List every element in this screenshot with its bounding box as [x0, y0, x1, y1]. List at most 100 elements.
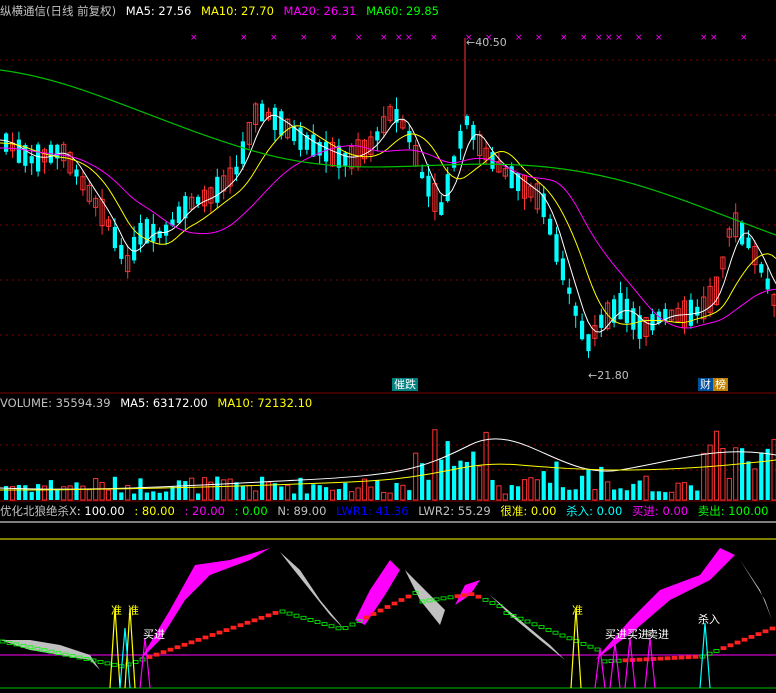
indicator-band-magenta	[455, 580, 480, 605]
volume-bar-down	[164, 491, 169, 500]
indicator-dot	[363, 615, 370, 620]
candle-down	[375, 131, 380, 141]
volume-bar-down	[599, 466, 604, 500]
volume-bar-down	[132, 493, 137, 500]
indicator-dot	[328, 624, 335, 629]
indicator-dot	[307, 618, 314, 622]
event-tag-bang[interactable]: 榜	[713, 378, 728, 391]
indicator-dot	[237, 623, 244, 628]
indicator-dot	[769, 626, 776, 631]
volume-bar-up	[592, 489, 598, 501]
indicator-dot	[111, 662, 118, 667]
indicator-dot	[384, 605, 391, 609]
volume-bar-down	[272, 483, 277, 500]
signal-cross: ×	[560, 33, 568, 43]
volume-bar-up	[477, 465, 483, 501]
chart-canvas[interactable]: × × × × × × × × × × × × × × × × × × × × × × × ×	[0, 0, 776, 693]
volume-bar-up	[720, 447, 726, 501]
signal-cross: ×	[635, 33, 643, 43]
indicator-dot	[664, 656, 671, 661]
low-price-label: 21.80	[597, 369, 629, 382]
indicator-dot	[244, 620, 251, 625]
indicator-dot	[335, 626, 342, 631]
indicator-dot	[230, 625, 237, 630]
low-price-annotation: ←21.80	[588, 369, 629, 382]
volume-bar-down	[580, 475, 585, 500]
volume-bar-down	[509, 485, 514, 500]
volume-bar-up	[675, 482, 681, 501]
indicator-dot	[447, 595, 454, 600]
volume-bar-down	[439, 459, 444, 500]
volume-bar-down	[304, 493, 309, 500]
indicator-dot	[461, 593, 468, 598]
volume-bar-down	[215, 476, 220, 500]
signal-cross: ×	[240, 33, 248, 43]
high-price-annotation: ←40.50	[466, 36, 507, 49]
volume-bar-down	[695, 490, 700, 500]
candle-down	[119, 244, 124, 259]
indicator-dot	[545, 628, 552, 632]
volume-bar-down	[36, 484, 41, 500]
candle-down	[176, 206, 181, 224]
indicator-dot	[727, 643, 734, 648]
volume-bar-up	[253, 490, 259, 501]
candle-down	[234, 166, 239, 175]
indicator-dot	[489, 601, 496, 605]
volume-bar-down	[55, 489, 60, 500]
event-tag-cuidie[interactable]: 催跌	[392, 378, 418, 391]
candle-down	[445, 174, 450, 202]
indicator-dot	[580, 642, 587, 646]
candle-down	[420, 171, 425, 179]
candle-down	[426, 175, 431, 197]
volume-bar-down	[407, 490, 412, 500]
indicator-dot	[272, 611, 279, 615]
candle-down	[618, 293, 623, 320]
volume-bar-down	[573, 489, 578, 500]
candle-down	[580, 320, 585, 340]
candle-down	[132, 236, 137, 261]
candle-down	[279, 111, 284, 136]
candle-down	[548, 218, 553, 235]
indicator-band-gray	[490, 595, 575, 670]
event-tag-cai[interactable]: 财	[698, 378, 713, 391]
volume-bar-up	[86, 489, 92, 501]
indicator-band-magenta	[140, 548, 270, 660]
signal-cross: ×	[605, 33, 613, 43]
indicator-dot	[692, 654, 699, 659]
volume-bar-up	[605, 481, 611, 501]
indicator-dot	[265, 613, 272, 618]
candle-down	[240, 141, 245, 164]
volume-bar-up	[285, 484, 291, 501]
volume-bar-down	[516, 486, 521, 500]
candle-down	[650, 314, 655, 331]
candle-down	[74, 169, 79, 177]
candle-down	[311, 134, 316, 157]
volume-bar-down	[688, 485, 693, 500]
volume-bar-down	[452, 465, 457, 500]
volume-bar-down	[375, 480, 380, 500]
candle-down	[586, 334, 591, 352]
signal-zhun-2: 准	[128, 604, 139, 617]
volume-bar-down	[740, 448, 745, 500]
volume-bar-down	[176, 480, 181, 500]
candle-down	[138, 222, 143, 245]
volume-bar-down	[541, 471, 546, 500]
indicator-dot	[377, 608, 384, 613]
signal-sharu: 杀入	[698, 613, 720, 626]
candle-down	[407, 130, 412, 143]
volume-bar-up	[534, 479, 540, 501]
volume-bar-down	[650, 491, 655, 500]
volume-bar-up	[521, 479, 528, 501]
signal-cross: ×	[405, 33, 413, 43]
indicator-dot	[314, 620, 321, 624]
indicator-dot	[741, 637, 748, 642]
candle-down	[272, 107, 277, 131]
volume-bar-down	[196, 493, 201, 500]
volume-bar-up	[105, 489, 112, 501]
indicator-dot	[685, 655, 692, 660]
indicator-dot	[482, 597, 489, 602]
indicator-dot	[734, 640, 741, 645]
indicator-dot	[531, 622, 538, 627]
indicator-band-magenta	[595, 548, 735, 660]
indicator-dot	[398, 598, 405, 602]
